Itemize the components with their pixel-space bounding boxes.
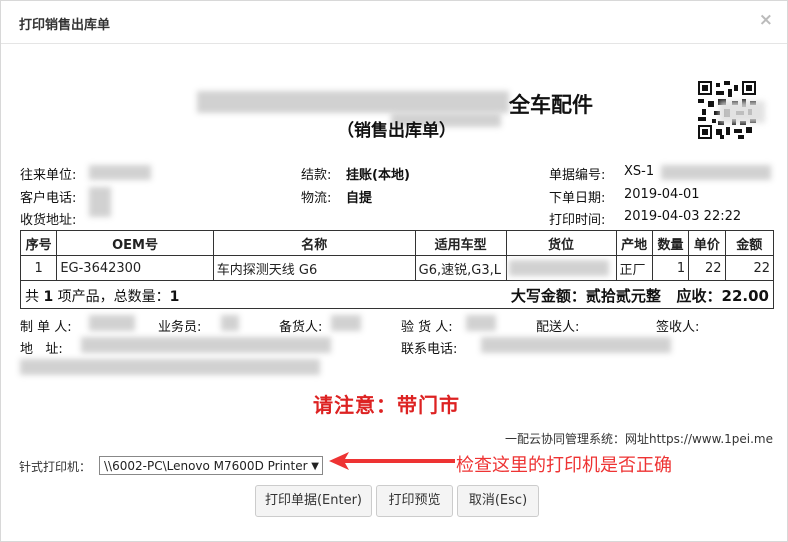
maker-label: 制 单 人: [20, 320, 72, 335]
notice-text: 请注意：带门市 [313, 393, 460, 417]
blurred-location [508, 260, 609, 276]
printer-select-value: \\6002-PC\Lenovo M7600D Printer [104, 459, 308, 473]
cell-oem: EG-3642300 [56, 255, 214, 281]
col-header: 货位 [505, 230, 617, 256]
col-header: 数量 [651, 230, 690, 256]
blurred-sales [221, 315, 239, 331]
close-icon[interactable]: × [759, 10, 773, 30]
cell-location [505, 255, 617, 281]
summary-left: 共 1 项产品，总数量：1 [25, 286, 179, 306]
blurred-checker [466, 315, 496, 331]
dialog-title: 打印销售出库单 [19, 18, 111, 33]
contact-label: 联系电话: [401, 342, 458, 357]
logistics-value: 自提 [346, 191, 373, 206]
summary-count: 1 [43, 289, 54, 305]
table-row: 1 EG-3642300 车内探测天线 G6 G6,速锐,G3,L 正厂 1 2… [19, 255, 774, 281]
blurred-qr-overlay [719, 101, 765, 123]
receiver-label: 签收人: [656, 320, 700, 335]
blurred-docno [661, 165, 771, 180]
cell-price: 22 [688, 255, 726, 281]
col-header: 金额 [724, 230, 774, 256]
recv-address-label: 收货地址: [20, 213, 77, 228]
printtime-value: 2019-04-03 22:22 [624, 209, 742, 224]
cancel-button[interactable]: 取消(Esc) [457, 485, 539, 517]
cell-models: G6,速锐,G3,L [414, 255, 507, 281]
cell-name: 车内探测天线 G6 [212, 255, 416, 281]
company-name: 全车配件 [509, 93, 593, 117]
blurred-line [20, 359, 320, 375]
blurred-phone [89, 187, 111, 217]
summary-mid: 项产品，总数量： [57, 289, 170, 305]
print-button[interactable]: 打印单据(Enter) [255, 485, 372, 517]
sales-label: 业务员: [158, 320, 202, 335]
document-subtitle: （销售出库单） [337, 121, 456, 141]
docno-label: 单据编号: [549, 168, 606, 183]
summary-row: 共 1 项产品，总数量：1 大写金额：贰拾贰元整 应收：22.00 [20, 280, 774, 309]
orderdate-label: 下单日期: [549, 191, 606, 206]
blurred-contact [481, 337, 671, 353]
col-header: 序号 [19, 230, 58, 256]
printer-label: 针式打印机： [19, 460, 92, 474]
summary-total: 大写金额：贰拾贰元整 应收：22.00 [510, 287, 769, 305]
items-table: 序号 OEM号 名称 适用车型 货位 产地 数量 单价 金额 1 EG-3642… [19, 230, 774, 281]
col-header: 单价 [688, 230, 726, 256]
phone-label: 客户电话: [20, 191, 77, 206]
col-header: 名称 [212, 230, 416, 256]
printtime-label: 打印时间: [549, 213, 606, 228]
summary-prefix: 共 [25, 289, 39, 305]
blurred-address [81, 337, 331, 353]
docno-value: XS-1 [624, 164, 655, 179]
preview-button[interactable]: 打印预览 [376, 485, 453, 517]
cell-index: 1 [19, 255, 58, 281]
partner-label: 往来单位: [20, 168, 77, 183]
logistics-label: 物流: [301, 191, 332, 206]
blurred-picker [331, 315, 361, 331]
print-dialog: 打印销售出库单 × 全车配件 （销售出库单） 往来单位: 客户电话: 收货地址:… [0, 0, 788, 542]
checker-label: 验 货 人: [401, 320, 453, 335]
system-footer: 一配云协同管理系统：网址https://www.1pei.me [504, 432, 773, 446]
settle-label: 结款: [301, 168, 332, 183]
col-header: 适用车型 [414, 230, 507, 256]
orderdate-value: 2019-04-01 [624, 187, 700, 202]
arrow-left-icon [329, 452, 455, 470]
blurred-company-name [197, 91, 509, 113]
cell-amount: 22 [724, 255, 774, 281]
address-label: 地 址: [20, 342, 63, 357]
picker-label: 备货人: [279, 320, 323, 335]
table-header-row: 序号 OEM号 名称 适用车型 货位 产地 数量 单价 金额 [19, 230, 774, 256]
printer-hint: 检查这里的打印机是否正确 [456, 455, 672, 476]
summary-qty: 1 [169, 289, 180, 305]
col-header: 产地 [615, 230, 653, 256]
dialog-titlebar: 打印销售出库单 × [1, 1, 787, 44]
blurred-partner [89, 165, 151, 180]
settle-value: 挂账(本地) [346, 168, 410, 183]
chevron-down-icon: ▼ [311, 461, 319, 472]
cell-qty: 1 [651, 255, 690, 281]
blurred-maker [89, 315, 135, 331]
deliver-label: 配送人: [536, 320, 580, 335]
cell-origin: 正厂 [615, 255, 653, 281]
col-header: OEM号 [56, 230, 214, 256]
printer-select[interactable]: \\6002-PC\Lenovo M7600D Printer ▼ [99, 456, 323, 475]
